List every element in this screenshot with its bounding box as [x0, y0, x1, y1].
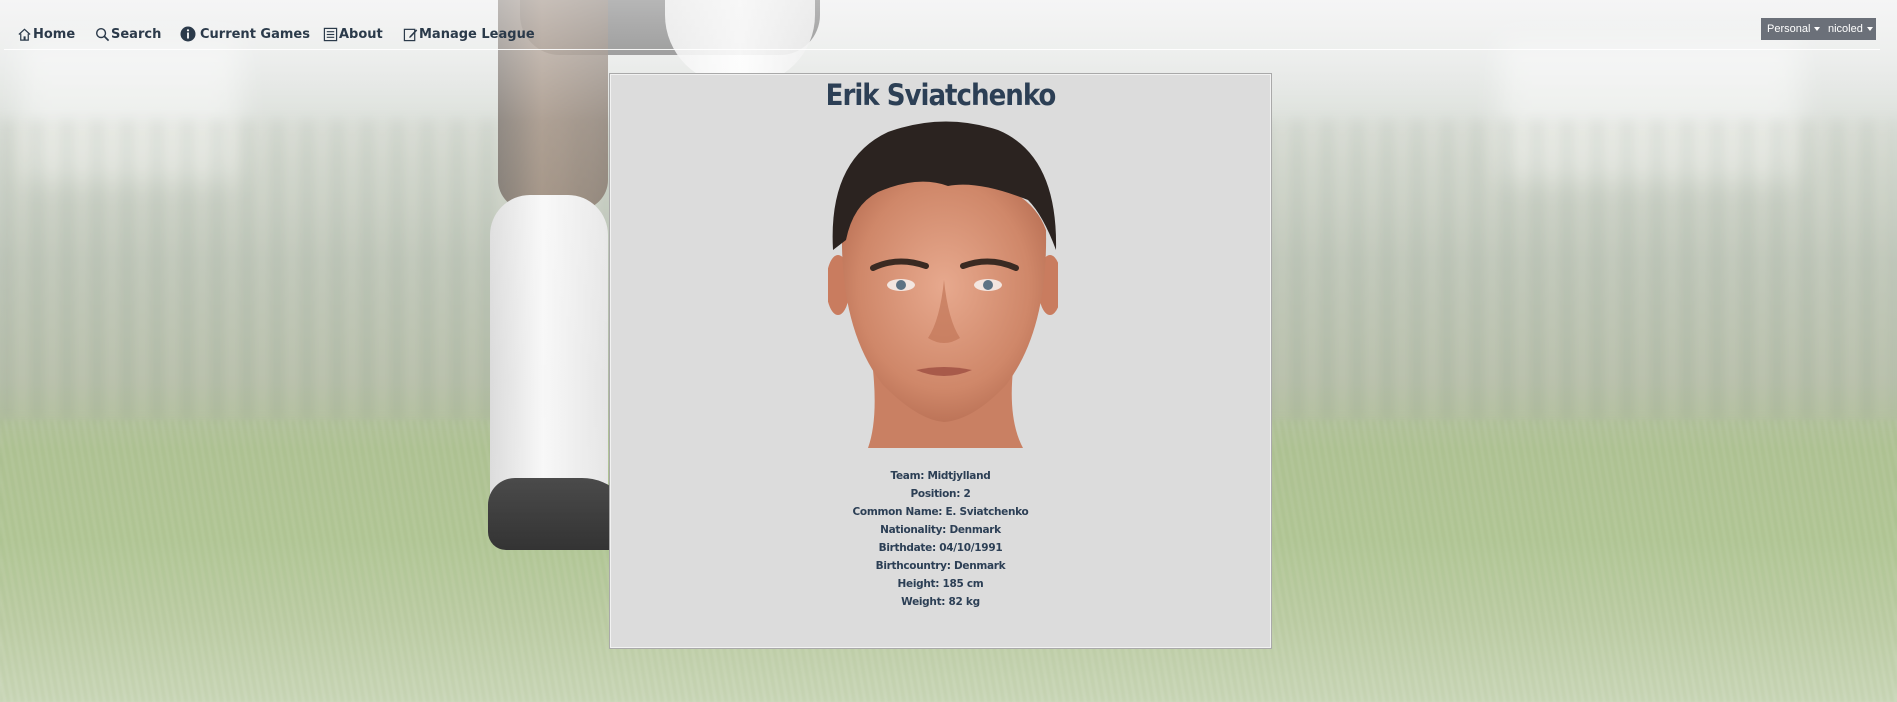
personal-dropdown-label: Personal [1767, 23, 1811, 35]
home-icon [18, 28, 31, 41]
nav-search-link[interactable]: Search [95, 24, 161, 44]
chevron-down-icon [1866, 27, 1873, 31]
search-icon [95, 27, 110, 41]
stat-birthdate: Birthdate: 04/10/1991 [878, 542, 1003, 554]
chevron-down-icon [1814, 27, 1821, 31]
nav-home-label: Home [33, 26, 76, 42]
stat-common-name: Common Name: E. Sviatchenko [852, 506, 1029, 518]
nav-search-label: Search [111, 26, 162, 42]
edit-icon [403, 28, 418, 41]
nav-about-link[interactable]: About [323, 24, 383, 44]
player-portrait-image [828, 121, 1058, 448]
stat-height: Height: 185 cm [897, 578, 984, 590]
stat-nationality: Nationality: Denmark [880, 524, 1001, 536]
nav-home-link[interactable]: Home [17, 24, 75, 44]
nav-about-label: About [339, 26, 383, 42]
stat-team: Team: Midtjylland [890, 470, 991, 482]
nav-manage-league-label: Manage League [419, 26, 535, 42]
user-dropdown-button[interactable]: nicoled [1822, 18, 1876, 40]
player-stats: Team: Midtjylland Position: 2 Common Nam… [610, 467, 1271, 611]
stat-weight: Weight: 82 kg [901, 596, 980, 608]
nav-manage-league-link[interactable]: Manage League [403, 24, 535, 44]
personal-dropdown-button[interactable]: Personal [1761, 18, 1822, 40]
nav-current-games-link[interactable]: Current Games [180, 24, 310, 44]
navbar-divider [4, 49, 1880, 50]
stat-birthcountry: Birthcountry: Denmark [875, 560, 1006, 572]
list-icon [323, 27, 338, 41]
player-name: Erik Sviatchenko [825, 78, 1057, 112]
info-icon [180, 26, 196, 42]
player-card: Erik Sviatchenko Team: Midtjylland Posit… [609, 73, 1272, 649]
player-photo [828, 120, 1058, 448]
navbar: Home Search Current Games About Manage L… [0, 0, 1897, 50]
user-dropdown-label: nicoled [1828, 23, 1863, 35]
stat-position: Position: 2 [910, 488, 971, 500]
nav-current-games-label: Current Games [200, 26, 310, 42]
